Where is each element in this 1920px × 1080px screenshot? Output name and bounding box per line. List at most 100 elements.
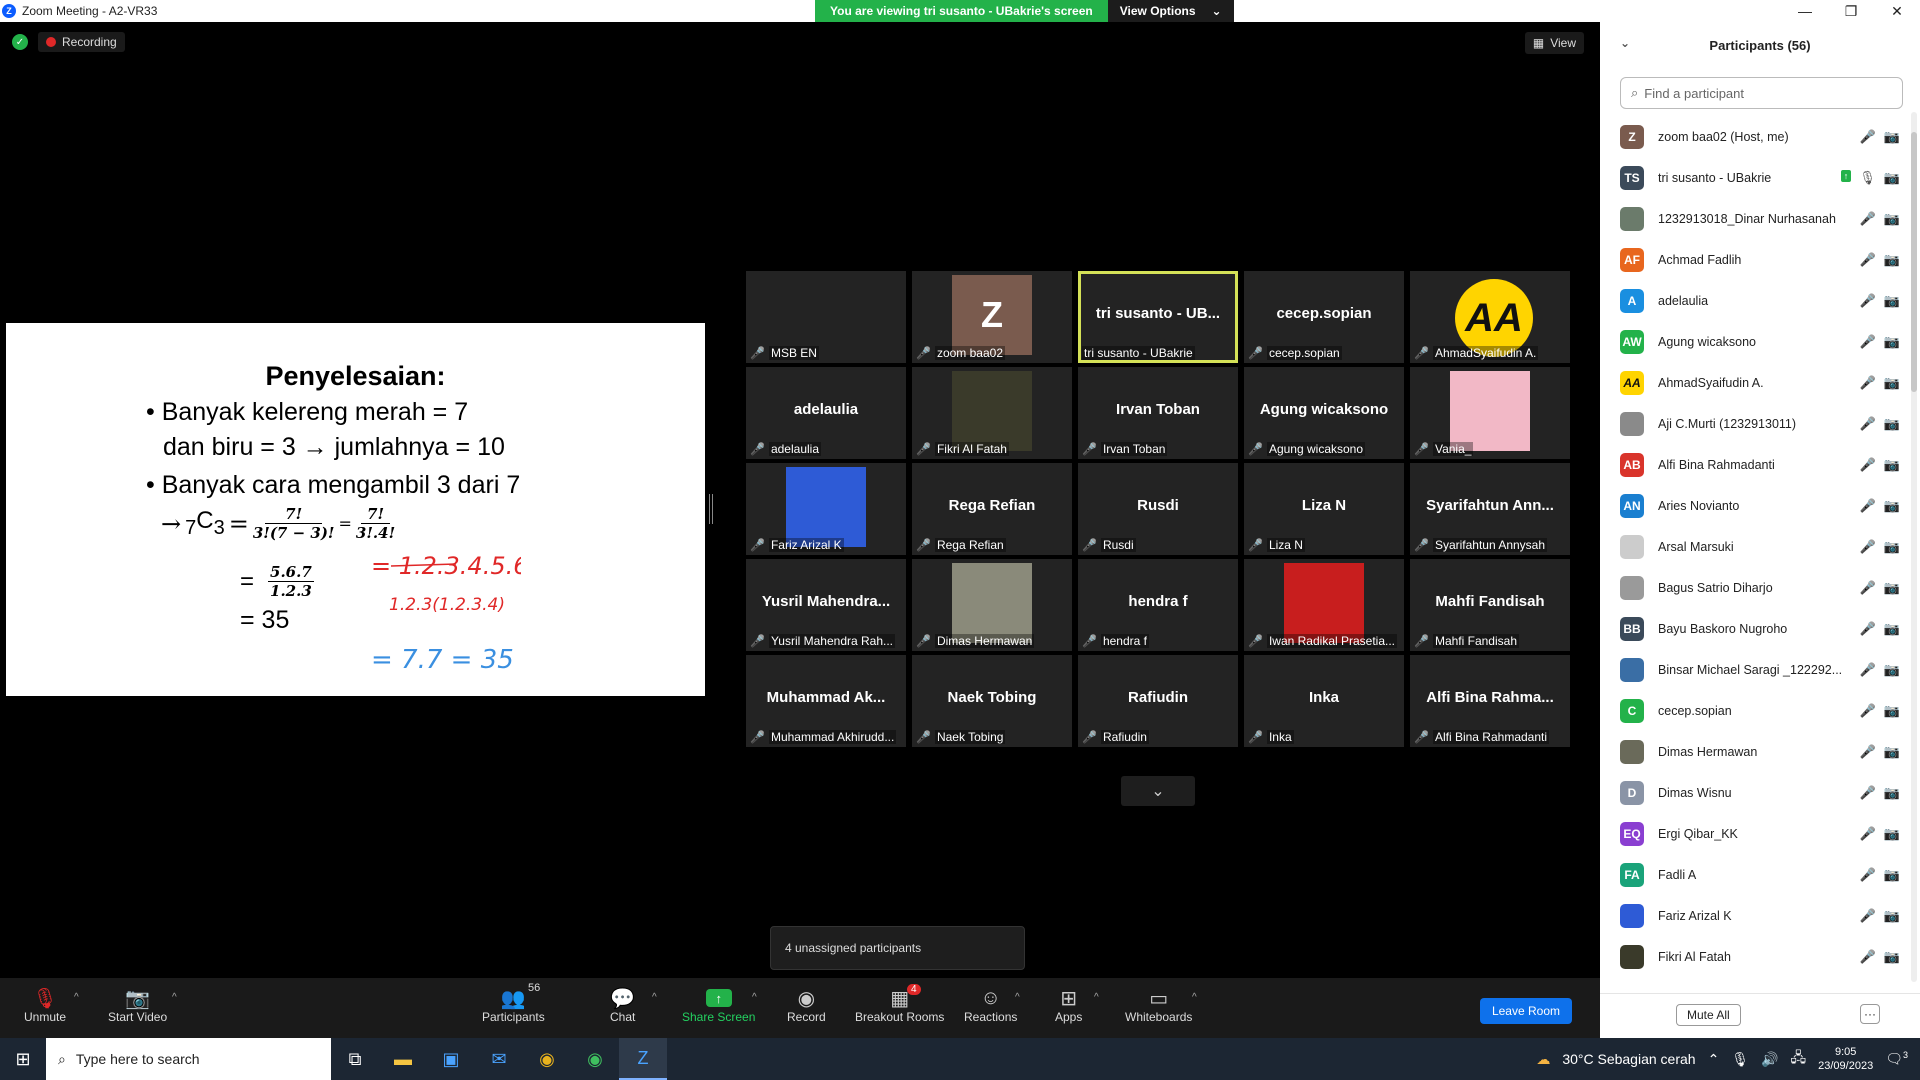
video-tile[interactable]: Z 🎤 zoom baa02 bbox=[912, 271, 1072, 363]
view-button[interactable]: ▦ View bbox=[1524, 32, 1584, 54]
participant-row[interactable]: EQ Ergi Qibar_KK 🎤 📷 bbox=[1620, 813, 1900, 854]
notification-icon[interactable]: 🗨3 bbox=[1885, 1050, 1908, 1068]
video-tile[interactable]: 🎤 Iwan Radikal Prasetia... bbox=[1244, 559, 1404, 651]
participant-row[interactable]: Aji C.Murti (1232913011) 🎤 📷 bbox=[1620, 403, 1900, 444]
mail-icon[interactable]: ✉ bbox=[475, 1038, 523, 1080]
chrome-icon-2[interactable]: ◉ bbox=[571, 1038, 619, 1080]
participant-row[interactable]: Binsar Michael Saragi _122292... 🎤 📷 bbox=[1620, 649, 1900, 690]
video-tile[interactable]: 🎤 Dimas Hermawan bbox=[912, 559, 1072, 651]
video-tile[interactable]: Agung wicaksono 🎤 Agung wicaksono bbox=[1244, 367, 1404, 459]
weather-icon[interactable]: ☁ bbox=[1536, 1051, 1550, 1068]
clock[interactable]: 9:05 23/09/2023 bbox=[1818, 1045, 1873, 1073]
video-tile[interactable]: tri susanto - UB... tri susanto - UBakrie bbox=[1078, 271, 1238, 363]
share-screen-button[interactable]: ↑ Share Screen bbox=[682, 986, 755, 1024]
microphone-icon[interactable]: 🎙 bbox=[1731, 1051, 1749, 1068]
participant-row[interactable]: Ccecep.sopian 🎤 📷 bbox=[1620, 690, 1900, 731]
whiteboards-options-caret[interactable]: ^ bbox=[1192, 992, 1197, 1003]
unmute-button[interactable]: 🎙 Unmute bbox=[24, 986, 66, 1025]
avatar bbox=[1620, 739, 1644, 764]
video-tile[interactable]: Yusril Mahendra... 🎤 Yusril Mahendra Rah..… bbox=[746, 559, 906, 651]
video-tile[interactable]: 🎤 MSB EN bbox=[746, 271, 906, 363]
breakout-rooms-button[interactable]: ▦ 4 Breakout Rooms bbox=[855, 984, 944, 1024]
tile-participant-name: Liza N bbox=[1266, 538, 1305, 552]
video-tile[interactable]: 🎤 Fariz Arizal K bbox=[746, 463, 906, 555]
participant-row[interactable]: Fikri Al Fatah 🎤 📷 bbox=[1620, 936, 1900, 977]
video-tile[interactable]: Liza N 🎤 Liza N bbox=[1244, 463, 1404, 555]
more-options-button[interactable]: ··· bbox=[1860, 1004, 1880, 1024]
task-view-icon[interactable]: ⧉ bbox=[331, 1038, 379, 1080]
chat-options-caret[interactable]: ^ bbox=[652, 992, 657, 1003]
participant-list-scrollbar[interactable] bbox=[1911, 112, 1917, 982]
video-tile[interactable]: Rusdi 🎤 Rusdi bbox=[1078, 463, 1238, 555]
video-tile[interactable]: 🎤 Fikri Al Fatah bbox=[912, 367, 1072, 459]
chrome-icon[interactable]: ◉ bbox=[523, 1038, 571, 1080]
video-tile[interactable]: Irvan Toban 🎤 Irvan Toban bbox=[1078, 367, 1238, 459]
participant-row[interactable]: FA Fadli A 🎤 📷 bbox=[1620, 854, 1900, 895]
leave-room-button[interactable]: Leave Room bbox=[1479, 998, 1572, 1024]
participant-row[interactable]: AB Alfi Bina Rahmadanti 🎤 📷 bbox=[1620, 444, 1900, 485]
minimize-icon[interactable]: — bbox=[1782, 0, 1828, 22]
participant-name: Achmad Fadlih bbox=[1658, 252, 1742, 267]
participant-row[interactable]: BB Bayu Baskoro Nugroho 🎤 📷 bbox=[1620, 608, 1900, 649]
file-explorer-icon[interactable]: ▬ bbox=[379, 1038, 427, 1080]
whiteboards-button[interactable]: ▭ Whiteboards bbox=[1125, 986, 1192, 1025]
video-tile[interactable]: Naek Tobing 🎤 Naek Tobing bbox=[912, 655, 1072, 747]
mute-all-button[interactable]: Mute All bbox=[1676, 1004, 1741, 1026]
volume-icon[interactable]: 🔊 bbox=[1761, 1051, 1778, 1068]
participant-row[interactable]: Fariz Arizal K 🎤 📷 bbox=[1620, 895, 1900, 936]
taskbar-search-input[interactable]: ⌕ Type here to search bbox=[46, 1038, 331, 1080]
video-tile[interactable]: Mahfi Fandisah 🎤 Mahfi Fandisah bbox=[1410, 559, 1570, 651]
store-icon[interactable]: ▣ bbox=[427, 1038, 475, 1080]
participant-row[interactable]: AW Agung wicaksono 🎤 📷 bbox=[1620, 321, 1900, 362]
participant-row[interactable]: Aadelaulia 🎤 📷 bbox=[1620, 280, 1900, 321]
video-tile[interactable]: hendra f 🎤 hendra f bbox=[1078, 559, 1238, 651]
view-options-button[interactable]: View Options ⌄ bbox=[1107, 0, 1234, 22]
start-video-button[interactable]: 📷 Start Video bbox=[108, 986, 167, 1025]
audio-options-caret[interactable]: ^ bbox=[74, 992, 79, 1003]
participant-row[interactable]: AN Aries Novianto 🎤 📷 bbox=[1620, 485, 1900, 526]
participant-row[interactable]: Bagus Satrio Diharjo 🎤 📷 bbox=[1620, 567, 1900, 608]
video-tile[interactable]: Inka 🎤 Inka bbox=[1244, 655, 1404, 747]
close-icon[interactable]: ✕ bbox=[1874, 0, 1920, 22]
participant-row[interactable]: Arsal Marsuki 🎤 📷 bbox=[1620, 526, 1900, 567]
apps-options-caret[interactable]: ^ bbox=[1094, 992, 1099, 1003]
chevron-down-icon[interactable]: ⌄ bbox=[1620, 36, 1630, 50]
shield-icon[interactable]: ✓ bbox=[12, 34, 28, 50]
participant-row[interactable]: TS tri susanto - UBakrie ↑ 🎙 📷 bbox=[1620, 157, 1900, 198]
weather-text[interactable]: 30°C Sebagian cerah bbox=[1562, 1051, 1695, 1067]
unassigned-participants-toast[interactable]: 4 unassigned participants bbox=[770, 926, 1025, 970]
gallery-next-page-button[interactable]: ⌄ bbox=[1121, 776, 1195, 806]
windows-start-icon[interactable]: ⊞ bbox=[0, 1038, 46, 1080]
video-tile[interactable]: Alfi Bina Rahma... 🎤 Alfi Bina Rahmadanti bbox=[1410, 655, 1570, 747]
share-options-caret[interactable]: ^ bbox=[752, 992, 757, 1003]
record-button[interactable]: ◉ Record bbox=[787, 986, 826, 1025]
zoom-taskbar-icon[interactable]: Z bbox=[619, 1038, 667, 1080]
participant-row[interactable]: D Dimas Wisnu 🎤 📷 bbox=[1620, 772, 1900, 813]
reactions-options-caret[interactable]: ^ bbox=[1015, 992, 1020, 1003]
participant-row[interactable]: 1232913018_Dinar Nurhasanah 🎤 📷 bbox=[1620, 198, 1900, 239]
video-options-caret[interactable]: ^ bbox=[172, 992, 177, 1003]
video-tile[interactable]: cecep.sopian 🎤 cecep.sopian bbox=[1244, 271, 1404, 363]
split-resize-handle[interactable] bbox=[709, 494, 713, 524]
participant-search-input[interactable]: ⌕ Find a participant bbox=[1620, 77, 1903, 109]
scrollbar-thumb[interactable] bbox=[1911, 132, 1917, 392]
participants-button[interactable]: 👥 56 Participants bbox=[482, 982, 545, 1024]
chevron-up-icon[interactable]: ⌃ bbox=[1708, 1051, 1720, 1068]
participant-row[interactable]: Dimas Hermawan 🎤 📷 bbox=[1620, 731, 1900, 772]
chat-button[interactable]: 💬 Chat bbox=[610, 986, 635, 1025]
video-tile[interactable]: Syarifahtun Ann... 🎤 Syarifahtun Annysah bbox=[1410, 463, 1570, 555]
video-tile[interactable]: 🎤 Vania_ bbox=[1410, 367, 1570, 459]
video-tile[interactable]: adelaulia 🎤 adelaulia bbox=[746, 367, 906, 459]
participant-row[interactable]: AA AhmadSyaifudin A. 🎤 📷 bbox=[1620, 362, 1900, 403]
recording-badge[interactable]: Recording bbox=[38, 32, 125, 52]
video-tile[interactable]: AA 🎤 AhmadSyaifudin A. bbox=[1410, 271, 1570, 363]
video-tile[interactable]: Muhammad Ak... 🎤 Muhammad Akhirudd... bbox=[746, 655, 906, 747]
restore-icon[interactable]: ❐ bbox=[1828, 0, 1874, 22]
video-tile[interactable]: Rega Refian 🎤 Rega Refian bbox=[912, 463, 1072, 555]
reactions-button[interactable]: ☺ Reactions bbox=[964, 986, 1017, 1025]
participant-row[interactable]: Zzoom baa02 (Host, me) 🎤 📷 bbox=[1620, 116, 1900, 157]
network-icon[interactable]: 🖧 bbox=[1791, 1047, 1807, 1071]
apps-button[interactable]: ⊞ Apps bbox=[1055, 986, 1082, 1025]
video-tile[interactable]: Rafiudin 🎤 Rafiudin bbox=[1078, 655, 1238, 747]
participant-row[interactable]: AF Achmad Fadlih 🎤 📷 bbox=[1620, 239, 1900, 280]
